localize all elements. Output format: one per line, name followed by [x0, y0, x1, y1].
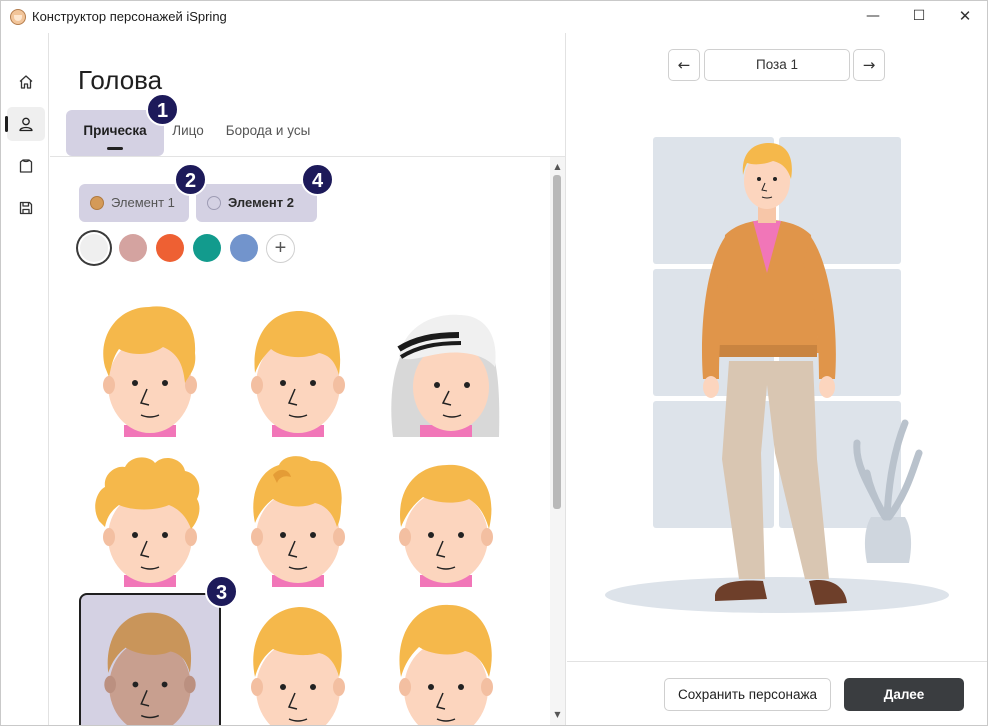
close-button[interactable]: ✕ — [942, 1, 987, 33]
hairstyle-option-7[interactable] — [79, 593, 221, 725]
nav-clothes-button[interactable] — [7, 149, 45, 183]
nav-rail — [1, 33, 49, 725]
hairstyle-option-2[interactable] — [227, 297, 369, 437]
next-pose-button[interactable]: → — [853, 49, 885, 81]
tab-beard[interactable]: Борода и усы — [218, 110, 318, 156]
hairstyle-scroll-area[interactable]: Элемент 1 Элемент 2 + — [50, 157, 550, 725]
swatch-white[interactable] — [80, 234, 108, 262]
hairstyle-option-9[interactable] — [375, 593, 517, 725]
window-title: Конструктор персонажей iSpring — [32, 9, 227, 24]
page-title: Голова — [78, 65, 163, 95]
scroll-down-arrow-icon[interactable]: ▼ — [553, 710, 562, 719]
scroll-thumb[interactable] — [553, 175, 561, 509]
save-character-button[interactable]: Сохранить персонажа — [664, 678, 831, 711]
next-button[interactable]: Далее — [844, 678, 964, 711]
character-preview: ← Поза 1 → — [567, 33, 987, 661]
save-icon — [19, 201, 33, 215]
maximize-button[interactable]: ☐ — [896, 1, 942, 33]
hairstyle-8-preview — [251, 607, 345, 725]
pose-selector[interactable]: Поза 1 — [704, 49, 850, 81]
element-1-color-dot — [90, 196, 104, 210]
shirt-icon — [19, 159, 33, 173]
hairstyle-7-preview — [104, 612, 196, 725]
hairstyle-option-4[interactable] — [79, 447, 221, 587]
editor-panel: Голова Прическа Лицо Борода и усы Элемен… — [50, 33, 566, 725]
element-1-chip[interactable]: Элемент 1 — [79, 184, 189, 222]
hairstyle-5-preview — [251, 456, 345, 587]
hairstyle-option-6[interactable] — [375, 447, 517, 587]
character-illustration — [605, 137, 949, 613]
swatch-orange[interactable] — [156, 234, 184, 262]
callout-badge-1: 1 — [146, 93, 179, 126]
element-1-label: Элемент 1 — [111, 195, 175, 210]
scroll-up-arrow-icon[interactable]: ▲ — [553, 162, 562, 171]
minimize-button[interactable]: — — [850, 1, 896, 33]
element-2-chip[interactable]: Элемент 2 — [196, 184, 317, 222]
nav-head-button[interactable] — [5, 107, 45, 141]
previous-pose-button[interactable]: ← — [668, 49, 700, 81]
user-icon — [19, 117, 33, 132]
swatch-rose[interactable] — [119, 234, 147, 262]
app-logo-icon — [10, 9, 26, 25]
app-window: Конструктор персонажей iSpring — ☐ ✕ Гол… — [0, 0, 988, 726]
hairstyle-1-preview — [103, 306, 197, 437]
swatch-blue[interactable] — [230, 234, 258, 262]
add-color-button[interactable]: + — [266, 234, 295, 263]
hairstyle-4-preview — [95, 457, 200, 587]
hairstyle-6-preview — [399, 464, 493, 587]
nav-home-button[interactable] — [7, 65, 45, 99]
hairstyle-3-preview — [391, 314, 500, 437]
swatch-teal[interactable] — [193, 234, 221, 262]
element-2-color-dot — [207, 196, 221, 210]
hairstyle-option-1[interactable] — [79, 297, 221, 437]
hairstyle-2-preview — [251, 311, 345, 437]
title-bar: Конструктор персонажей iSpring — ☐ ✕ — [1, 1, 987, 33]
element-2-label: Элемент 2 — [228, 195, 294, 210]
footer-bar: Сохранить персонажа Далее — [567, 661, 987, 725]
hairstyle-option-3[interactable] — [375, 297, 517, 437]
callout-badge-3: 3 — [205, 575, 238, 608]
vertical-scrollbar[interactable]: ▲ ▼ — [550, 157, 565, 725]
hairstyle-option-8[interactable] — [227, 593, 369, 725]
hairstyle-option-5[interactable] — [227, 447, 369, 587]
nav-save-button[interactable] — [7, 191, 45, 225]
hairstyle-9-preview — [399, 604, 493, 725]
home-icon — [19, 75, 33, 89]
callout-badge-4: 4 — [301, 163, 334, 196]
callout-badge-2: 2 — [174, 163, 207, 196]
tab-bar: Прическа Лицо Борода и усы — [50, 108, 566, 157]
